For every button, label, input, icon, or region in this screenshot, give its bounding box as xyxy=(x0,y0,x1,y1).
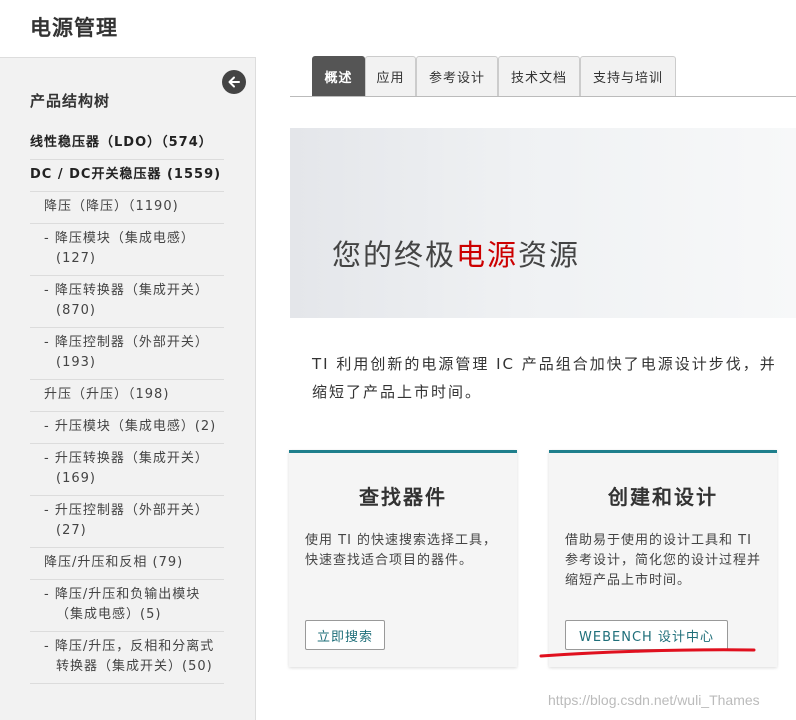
tab-overview[interactable]: 概述 xyxy=(312,56,365,96)
card-title: 查找器件 xyxy=(359,485,447,509)
tab-support-training[interactable]: 支持与培训 xyxy=(580,56,676,96)
tab-reference-designs[interactable]: 参考设计 xyxy=(416,56,498,96)
tree-item-buck-boost-converter[interactable]: - 降压/升压，反相和分离式转换器（集成开关）(50) xyxy=(30,632,224,684)
page-title: 电源管理 xyxy=(30,16,118,40)
tree-item-boost-module[interactable]: - 升压模块（集成电感）(2) xyxy=(30,412,224,444)
card-description: 借助易于使用的设计工具和 TI 参考设计，简化您的设计过程并缩短产品上市时间。 xyxy=(565,533,762,588)
tree-item-boost-converter[interactable]: - 升压转换器（集成开关）(169) xyxy=(30,444,224,496)
hero-banner: 您的终极电源资源 xyxy=(290,128,796,318)
tree-item-buck-controller[interactable]: - 降压控制器（外部开关）(193) xyxy=(30,328,224,380)
tab-applications[interactable]: 应用 xyxy=(365,56,416,96)
arrow-left-icon xyxy=(228,76,240,88)
sidebar: 产品结构树 线性稳压器（LDO）（574） DC / DC开关稳压器 (1559… xyxy=(0,57,256,720)
tree-item-buck-boost-module[interactable]: - 降压/升压和负输出模块（集成电感）(5) xyxy=(30,580,224,632)
hero-heading: 您的终极电源资源 xyxy=(332,238,581,272)
tree-item-buck[interactable]: 降压（降压）（1190) xyxy=(30,192,224,224)
card-title: 创建和设计 xyxy=(608,485,718,509)
tree-item-boost[interactable]: 升压（升压）（198) xyxy=(30,380,224,412)
watermark: https://blog.csdn.net/wuli_Thames xyxy=(548,692,760,708)
tree-item-dcdc[interactable]: DC / DC开关稳压器 (1559) xyxy=(30,160,224,192)
tree-item-buck-module[interactable]: - 降压模块（集成电感）(127) xyxy=(30,224,224,276)
tab-technical-docs[interactable]: 技术文档 xyxy=(498,56,580,96)
create-design-card: 创建和设计 借助易于使用的设计工具和 TI 参考设计，简化您的设计过程并缩短产品… xyxy=(549,450,777,667)
tree-item-buck-converter[interactable]: - 降压转换器（集成开关）(870) xyxy=(30,276,224,328)
card-description: 使用 TI 的快速搜索选择工具，快速查找适合项目的器件。 xyxy=(305,533,498,568)
find-devices-card: 查找器件 使用 TI 的快速搜索选择工具，快速查找适合项目的器件。 立即搜索 xyxy=(289,450,517,667)
red-underline-annotation xyxy=(539,648,756,658)
collapse-sidebar-button[interactable] xyxy=(222,70,246,94)
tree-item-boost-controller[interactable]: - 升压控制器（外部开关）(27) xyxy=(30,496,224,548)
intro-text: TI 利用创新的电源管理 IC 产品组合加快了电源设计步伐，并 缩短了产品上市时… xyxy=(312,355,777,401)
product-tree: 线性稳压器（LDO）（574） DC / DC开关稳压器 (1559) 降压（降… xyxy=(30,128,224,684)
tree-item-ldo[interactable]: 线性稳压器（LDO）（574） xyxy=(30,128,224,160)
tree-item-buck-boost[interactable]: 降压/升压和反相 (79) xyxy=(30,548,224,580)
tab-bar: 概述 应用 参考设计 技术文档 支持与培训 xyxy=(290,56,796,97)
search-now-button[interactable]: 立即搜索 xyxy=(305,620,385,650)
tree-title: 产品结构树 xyxy=(30,92,111,110)
